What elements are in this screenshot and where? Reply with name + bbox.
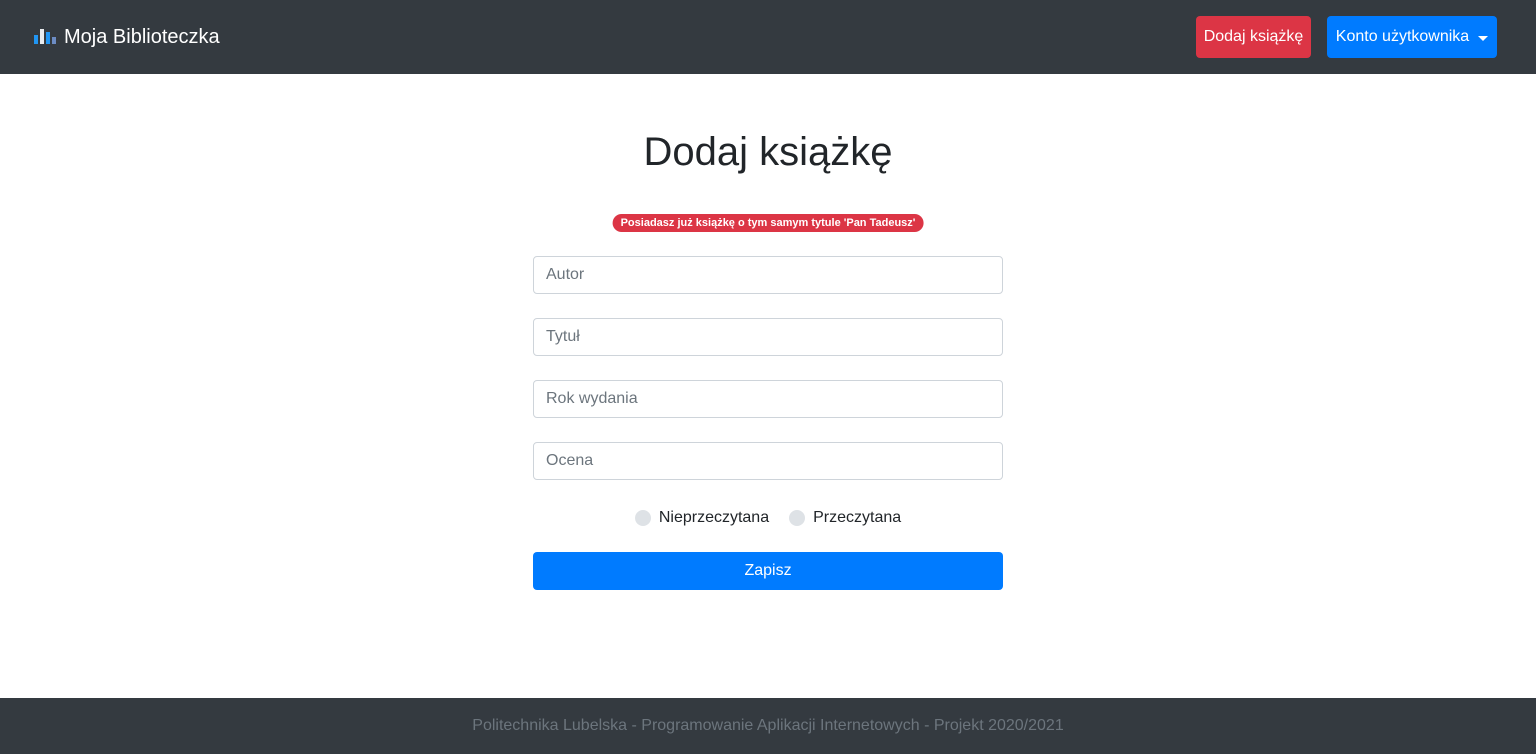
brand-label: Moja Biblioteczka xyxy=(64,25,220,48)
author-input[interactable] xyxy=(533,256,1003,294)
title-input[interactable] xyxy=(533,318,1003,356)
rating-input[interactable] xyxy=(533,442,1003,480)
navbar-brand[interactable]: Moja Biblioteczka xyxy=(34,26,220,49)
save-button[interactable]: Zapisz xyxy=(533,552,1003,590)
add-book-button[interactable]: Dodaj książkę xyxy=(1196,16,1311,58)
radio-unread-label: Nieprzeczytana xyxy=(658,509,770,526)
duplicate-title-alert-badge: Posiadasz już książkę o tym samym tytule… xyxy=(612,214,924,232)
radio-unread-circle[interactable] xyxy=(634,510,651,526)
radio-unread[interactable]: Nieprzeczytana xyxy=(634,509,770,527)
top-navbar: Moja Biblioteczka Dodaj książkę Konto uż… xyxy=(0,0,1536,74)
navbar-actions: Dodaj książkę Konto użytkownika xyxy=(1196,16,1497,58)
account-dropdown-button[interactable]: Konto użytkownika xyxy=(1327,16,1497,58)
add-book-label: Dodaj książkę xyxy=(1203,28,1304,45)
radio-read-label: Przeczytana xyxy=(813,509,902,526)
account-label: Konto użytkownika xyxy=(1335,28,1470,45)
radio-read[interactable]: Przeczytana xyxy=(789,509,901,527)
read-status-radio-group: Nieprzeczytana Przeczytana xyxy=(0,508,1536,528)
main-content: Dodaj książkę Posiadasz już książkę o ty… xyxy=(0,74,1536,698)
page-title: Dodaj książkę xyxy=(643,130,893,174)
page-footer: Politechnika Lubelska - Programowanie Ap… xyxy=(0,698,1536,754)
radio-read-circle[interactable] xyxy=(789,510,806,526)
year-input[interactable] xyxy=(533,380,1003,418)
caret-down-icon xyxy=(1478,35,1489,41)
bar-chart-icon xyxy=(34,28,56,44)
footer-text: Politechnika Lubelska - Programowanie Ap… xyxy=(472,717,1064,734)
